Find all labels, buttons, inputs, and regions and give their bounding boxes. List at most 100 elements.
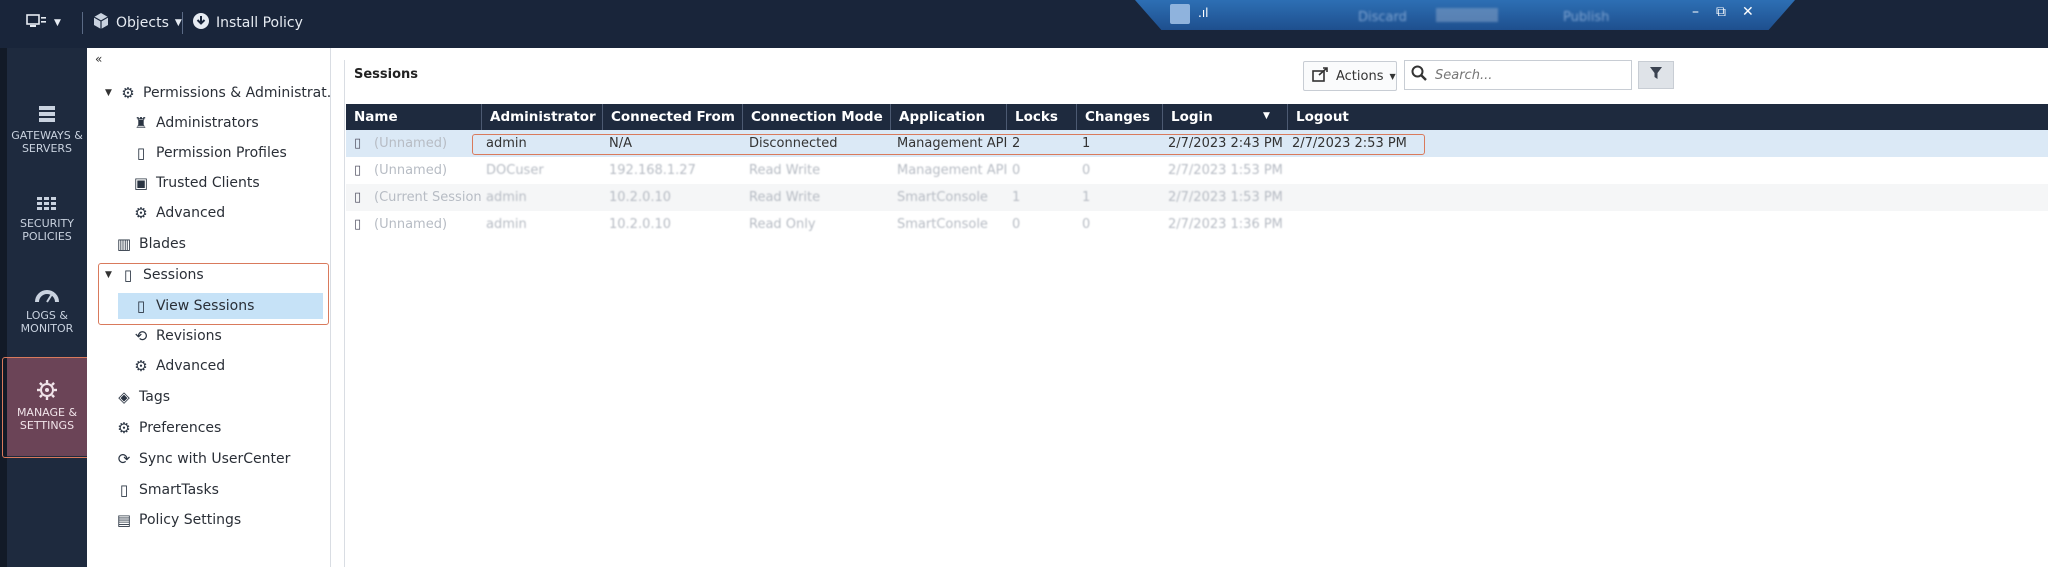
search-icon (1411, 65, 1427, 85)
session-icon: ▯ (123, 266, 133, 284)
tree-item-trusted-clients[interactable]: ▣ Trusted Clients (132, 172, 260, 194)
chevron-down-icon: ▼ (174, 18, 182, 28)
nav-logs-monitor[interactable]: LOGS & MONITOR (7, 288, 87, 348)
gear-icon: ⚙ (134, 357, 148, 375)
tree-item-label: Permission Profiles (156, 145, 287, 161)
nav-label: LOGS & MONITOR (20, 309, 74, 335)
tree-item-administrators[interactable]: ♜ Administrators (132, 112, 258, 134)
table-cell: 2/7/2023 2:43 PM (1168, 136, 1283, 151)
tree-item-permission-profiles[interactable]: ▯ Permission Profiles (132, 142, 287, 164)
table-cell: 2/7/2023 1:36 PM (1168, 217, 1283, 232)
gear-icon: ⚙ (134, 204, 148, 222)
column-header-locks[interactable]: Locks (1007, 104, 1077, 130)
tree-item-permissions[interactable]: ▼ ⚙ Permissions & Administrat... (105, 82, 340, 104)
column-header-changes[interactable]: Changes (1077, 104, 1163, 130)
session-icon: ▯ (354, 136, 362, 151)
sync-icon: ⟳ (117, 450, 131, 468)
table-cell: Read Only (749, 217, 816, 232)
nav-gateways-servers[interactable]: GATEWAYS & SERVERS (7, 104, 87, 164)
table-cell: SmartConsole (897, 190, 988, 205)
tree-item-label: Tags (139, 389, 170, 405)
restore-icon[interactable]: ⧉ (1716, 4, 1726, 20)
tree-item-smarttasks[interactable]: ▯ SmartTasks (115, 479, 219, 501)
table-cell: 1 (1012, 190, 1021, 205)
table-cell: ▯ (Current Session) (346, 184, 482, 211)
minimize-icon[interactable]: – (1692, 4, 1699, 20)
tag-icon: ◈ (118, 388, 130, 406)
panel-divider (344, 60, 345, 567)
install-policy-label: Install Policy (216, 15, 303, 31)
column-header-name[interactable]: Name (346, 104, 482, 130)
table-cell: N/A (609, 136, 632, 151)
app-menu-button[interactable]: ▼ (26, 12, 61, 34)
table-cell: ▯ (Unnamed) (346, 157, 482, 184)
column-header-administrator[interactable]: Administrator (482, 104, 603, 130)
actions-button[interactable]: Actions ▼ (1303, 61, 1397, 91)
filter-button[interactable] (1638, 61, 1674, 89)
tree-item-policy-settings[interactable]: ▤ Policy Settings (115, 509, 241, 531)
install-policy-button[interactable]: Install Policy (192, 12, 303, 34)
session-icon: ▯ (354, 190, 362, 205)
table-cell: 2 (1012, 136, 1021, 151)
gear-icon: ⚙ (121, 84, 135, 102)
tree-item-sync-usercenter[interactable]: ⟳ Sync with UserCenter (115, 448, 291, 470)
profile-icon: ▯ (136, 144, 146, 162)
table-cell: 2/7/2023 1:53 PM (1168, 190, 1283, 205)
table-cell: admin (486, 190, 527, 205)
table-cell: 0 (1082, 217, 1091, 232)
app-window: ▼ Objects ▼ Install Policy .ıl Discard P… (0, 0, 2048, 567)
chevron-down-icon: ▼ (105, 270, 112, 280)
search-field[interactable] (1404, 60, 1632, 90)
collapse-tree-button[interactable]: « (95, 52, 102, 66)
tree-item-tags[interactable]: ◈ Tags (115, 386, 170, 408)
column-header-application[interactable]: Application (891, 104, 1007, 130)
tree-item-preferences[interactable]: ⚙ Preferences (115, 417, 221, 439)
gear-icon: ⚙ (117, 419, 131, 437)
nav-security-policies[interactable]: SECURITY POLICIES (7, 196, 87, 256)
chevron-down-icon: ▼ (1389, 71, 1396, 81)
objects-menu[interactable]: Objects ▼ (92, 12, 182, 34)
tree-item-label: Blades (139, 236, 186, 252)
nav-manage-settings[interactable]: MANAGE & SETTINGS (7, 357, 87, 456)
blades-icon: ▥ (116, 235, 132, 253)
table-cell: 0 (1012, 217, 1021, 232)
column-header-connection-mode[interactable]: Connection Mode (743, 104, 891, 130)
table-cell: DOCuser (486, 163, 544, 178)
publish-button[interactable]: Publish (1563, 10, 1609, 25)
table-cell: 0 (1012, 163, 1021, 178)
tree-item-blades[interactable]: ▥ Blades (115, 233, 186, 255)
search-input[interactable] (1435, 67, 1615, 83)
table-cell: Read Write (749, 190, 821, 205)
filter-icon (1649, 66, 1663, 84)
tree-item-sessions[interactable]: ▼ ▯ Sessions (105, 264, 204, 286)
session-info-badge (1436, 8, 1498, 22)
chevron-down-icon: ▼ (54, 18, 61, 28)
tree-item-revisions[interactable]: ⟲ Revisions (132, 325, 222, 347)
table-cell: Management API (897, 136, 1007, 151)
close-icon[interactable]: ✕ (1742, 4, 1754, 20)
column-header-logout[interactable]: Logout (1288, 104, 1368, 130)
tree-item-view-sessions[interactable]: ▯ View Sessions (118, 293, 323, 319)
smarttasks-icon: ▯ (119, 481, 129, 499)
table-cell: SmartConsole (897, 217, 988, 232)
left-edge (0, 48, 7, 567)
discard-button[interactable]: Discard (1358, 10, 1407, 25)
tree-item-advanced-sessions[interactable]: ⚙ Advanced (132, 355, 225, 377)
history-icon: ⟲ (134, 327, 148, 345)
trusted-client-icon: ▣ (133, 174, 149, 192)
table-cell: 192.168.1.27 (609, 163, 696, 178)
tree-item-label: Sessions (143, 267, 204, 283)
column-header-connected-from[interactable]: Connected From (603, 104, 743, 130)
table-cell: 10.2.0.10 (609, 217, 672, 232)
table-cell: 2/7/2023 2:53 PM (1292, 136, 1407, 151)
servers-icon (7, 104, 87, 125)
gauge-icon (7, 288, 87, 305)
app-menu-icon (26, 13, 48, 33)
table-cell: Management API (897, 163, 1007, 178)
tree-item-label: Advanced (156, 358, 226, 374)
tree-item-advanced-permissions[interactable]: ⚙ Advanced (132, 202, 225, 224)
tree-item-label: Policy Settings (139, 512, 242, 528)
nav-label: MANAGE & SETTINGS (16, 406, 78, 432)
nav-label: SECURITY POLICIES (20, 217, 74, 243)
session-icon: ▯ (354, 163, 362, 178)
